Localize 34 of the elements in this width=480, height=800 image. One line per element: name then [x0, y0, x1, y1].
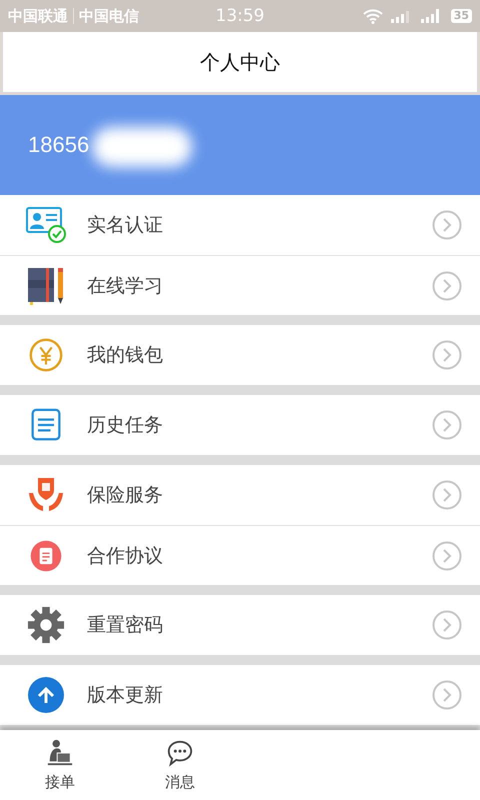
courier-icon [46, 738, 74, 766]
chevron-circle-icon [432, 210, 462, 240]
chevron-circle-icon [432, 270, 462, 300]
menu-item[interactable]: 我的钱包 [0, 325, 480, 385]
battery-level: 35 [450, 9, 472, 23]
menu-item[interactable]: 在线学习 [0, 255, 480, 315]
notebook-pencil-icon [26, 266, 66, 306]
chat-icon [166, 738, 194, 766]
carrier-name: 中国联通 [8, 6, 68, 26]
note-circle-icon [28, 538, 64, 574]
yuan-coin-icon [27, 336, 65, 374]
chevron-circle-icon [432, 340, 462, 370]
menu-item[interactable]: 保险服务 [0, 465, 480, 525]
menu-item[interactable]: 版本更新 [0, 665, 480, 725]
chevron-circle-icon [432, 540, 462, 570]
id-card-icon [26, 207, 66, 243]
page-title: 个人中心 [200, 48, 280, 76]
tab-item[interactable]: 接单 [0, 730, 120, 800]
wifi-icon [362, 8, 383, 24]
chevron-circle-icon [432, 410, 462, 440]
carrier-name: 中国电信 [79, 6, 139, 26]
phone-number: 18656 [28, 132, 90, 158]
menu-item[interactable]: 历史任务 [0, 395, 480, 455]
settings-icon [27, 606, 65, 644]
menu-item[interactable]: 实名认证 [0, 195, 480, 255]
chevron-circle-icon [432, 610, 462, 640]
chevron-circle-icon [432, 680, 462, 710]
chevron-circle-icon [432, 480, 462, 510]
menu-item[interactable]: 重置密码 [0, 595, 480, 655]
tab-item[interactable]: 消息 [120, 730, 240, 800]
clock-time: 13:59 [216, 6, 264, 26]
document-icon [30, 407, 62, 443]
update-circle-icon [26, 675, 66, 715]
menu-item[interactable]: 合作协议 [0, 525, 480, 585]
